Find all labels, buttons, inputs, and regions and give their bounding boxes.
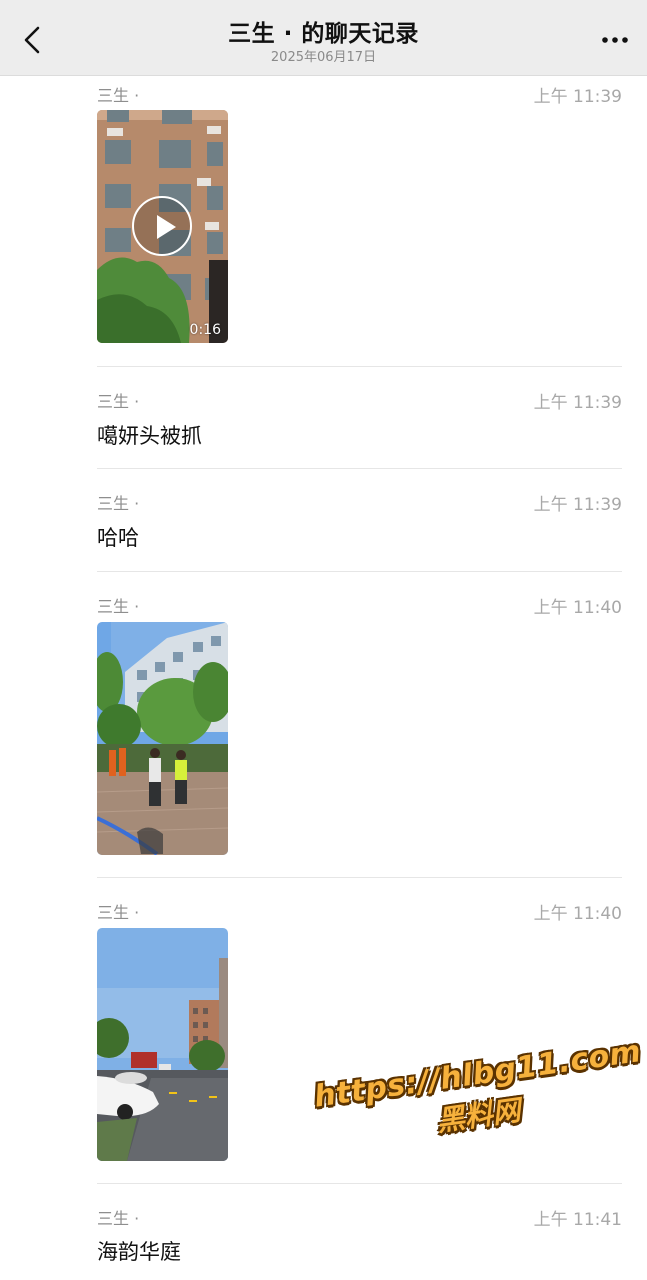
message-text: 哈哈 bbox=[97, 526, 139, 550]
message-text: 海韵华庭 bbox=[97, 1240, 181, 1264]
road-scene-photo bbox=[97, 928, 228, 1161]
more-button[interactable] bbox=[597, 26, 633, 54]
sender-name: 三生 · bbox=[97, 1209, 140, 1228]
image-thumbnail[interactable] bbox=[97, 928, 228, 1161]
message-time: 上午 11:40 bbox=[533, 598, 622, 618]
play-button[interactable] bbox=[132, 196, 192, 256]
sender-name: 三生 · bbox=[97, 392, 140, 411]
image-thumbnail[interactable] bbox=[97, 622, 228, 855]
watermark: https://hlbg11.com 黑料网 bbox=[312, 1034, 643, 1156]
sender-name: 三生 · bbox=[97, 494, 140, 513]
page-title: 三生 · 的聊天记录 bbox=[228, 21, 419, 47]
divider bbox=[97, 468, 622, 469]
message-time: 上午 11:39 bbox=[533, 495, 622, 515]
divider bbox=[97, 366, 622, 367]
message-time: 上午 11:41 bbox=[533, 1210, 622, 1230]
message-text: 噶妍头被抓 bbox=[97, 424, 202, 448]
video-thumbnail[interactable]: 0:16 bbox=[97, 110, 228, 343]
video-duration: 0:16 bbox=[189, 322, 221, 338]
divider bbox=[97, 571, 622, 572]
more-dots-icon bbox=[602, 37, 628, 43]
divider bbox=[97, 877, 622, 878]
chat-history-header: 三生 · 的聊天记录 2025年06月17日 bbox=[0, 0, 647, 76]
sender-name: 三生 · bbox=[97, 597, 140, 616]
play-icon bbox=[157, 215, 176, 239]
divider bbox=[97, 1183, 622, 1184]
sender-name: 三生 · bbox=[97, 903, 140, 922]
message-time: 上午 11:39 bbox=[533, 393, 622, 413]
street-scene-photo bbox=[97, 622, 228, 855]
message-time: 上午 11:39 bbox=[533, 87, 622, 107]
message-time: 上午 11:40 bbox=[533, 904, 622, 924]
sender-name: 三生 · bbox=[97, 86, 140, 105]
page-date: 2025年06月17日 bbox=[270, 50, 377, 65]
